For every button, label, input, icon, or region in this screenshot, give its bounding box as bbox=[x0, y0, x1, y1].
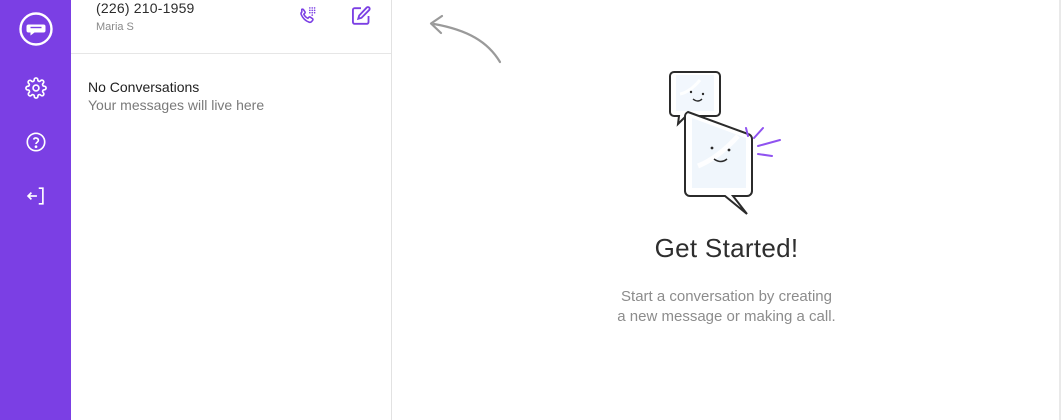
gear-icon bbox=[24, 77, 47, 99]
empty-subtitle: Your messages will live here bbox=[88, 97, 265, 113]
chat-bubbles-illustration bbox=[669, 71, 781, 215]
help-button[interactable] bbox=[0, 122, 71, 162]
get-started-title: Get Started! bbox=[654, 233, 799, 263]
app-window: (226) 210-1959 Maria S No Conversations … bbox=[0, 0, 1061, 420]
nav-rail bbox=[0, 0, 71, 420]
settings-button[interactable] bbox=[0, 68, 71, 108]
subtitle-line-2: a new message or making a call. bbox=[617, 308, 836, 325]
subtitle-line-1: Start a conversation by creating bbox=[621, 288, 832, 305]
logout-button[interactable] bbox=[0, 176, 71, 216]
logout-icon bbox=[26, 187, 44, 205]
dialpad-icon bbox=[300, 7, 316, 24]
chat-logo-button[interactable] bbox=[0, 9, 71, 49]
main-panel: Get Started! Start a conversation by cre… bbox=[392, 0, 1061, 420]
curved-arrow-icon bbox=[429, 14, 502, 64]
empty-conversations: No Conversations Your messages will live… bbox=[88, 78, 264, 114]
help-icon bbox=[25, 132, 46, 152]
dialpad-button[interactable] bbox=[296, 4, 320, 28]
account-header: (226) 210-1959 Maria S bbox=[71, 0, 391, 54]
account-name: Maria S bbox=[96, 21, 134, 33]
empty-title: No Conversations bbox=[88, 79, 200, 95]
compose-icon bbox=[352, 6, 371, 25]
compose-button[interactable] bbox=[349, 4, 373, 28]
phone-number: (226) 210-1959 bbox=[96, 0, 195, 16]
chat-logo-icon bbox=[18, 12, 53, 46]
get-started-subtitle: Start a conversation by creating a new m… bbox=[392, 287, 1061, 327]
conversation-list-panel: (226) 210-1959 Maria S No Conversations … bbox=[71, 0, 392, 420]
